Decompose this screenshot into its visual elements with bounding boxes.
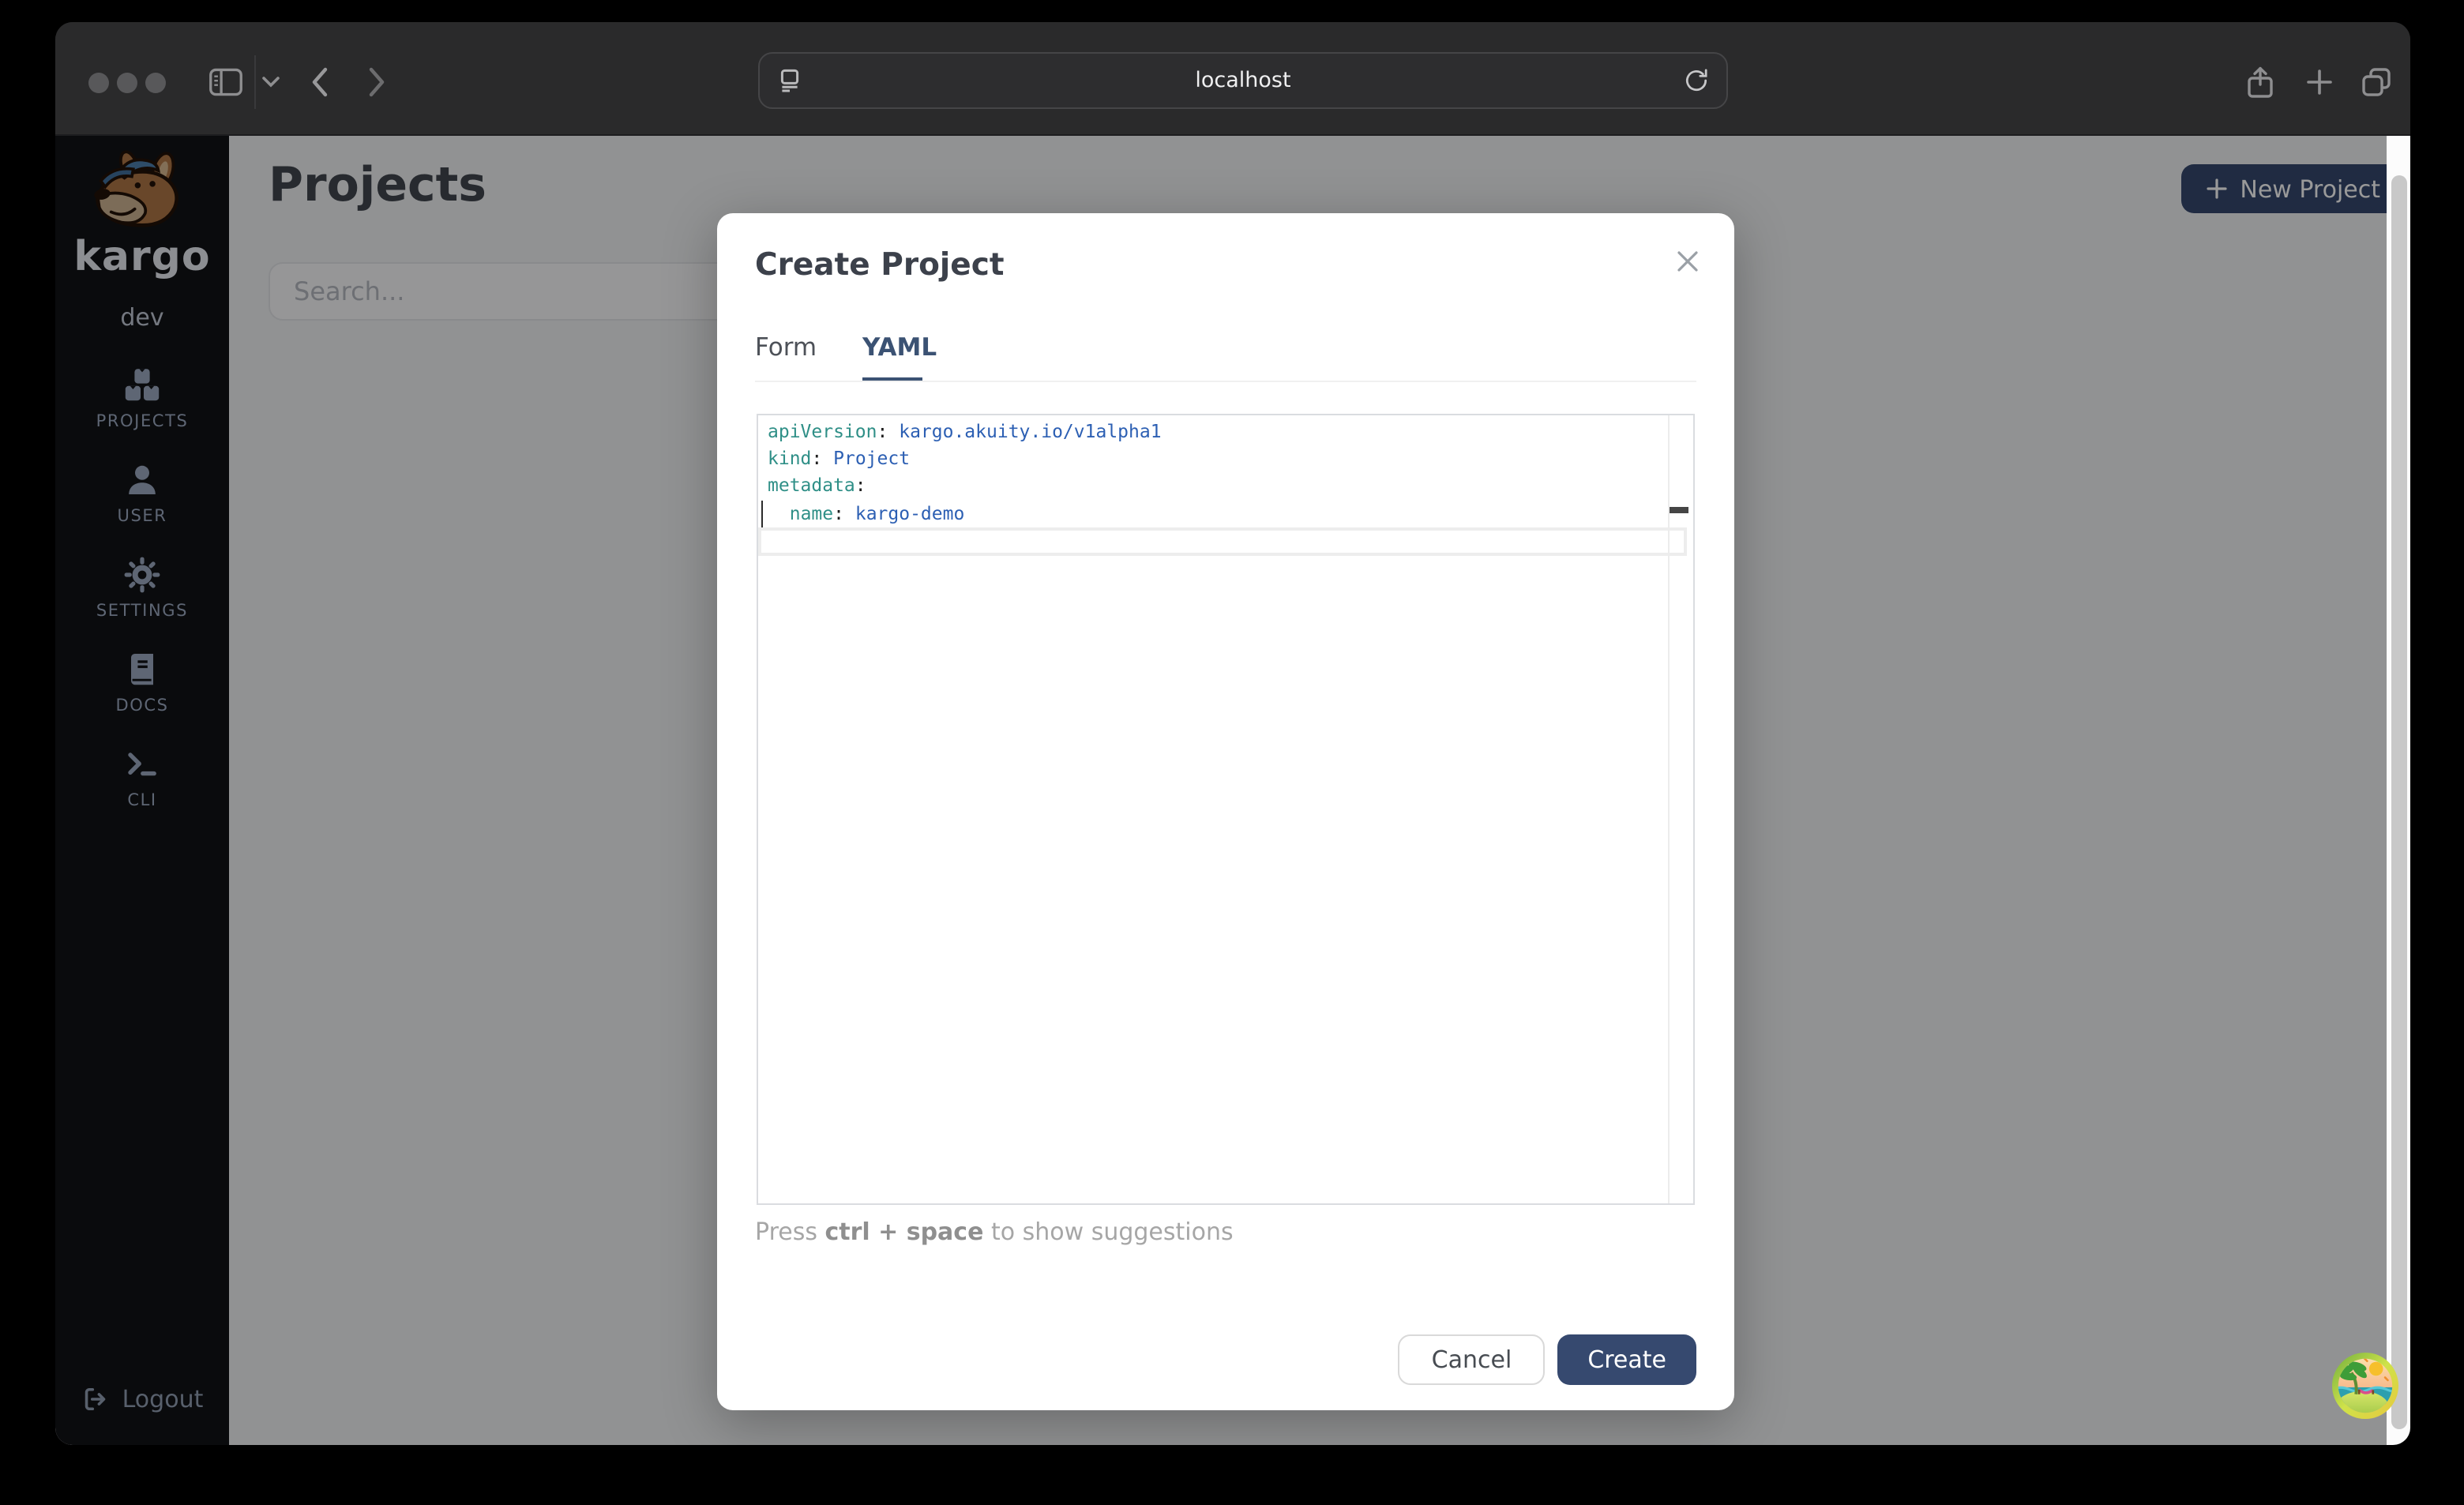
new-tab-icon[interactable]: [2306, 69, 2333, 96]
editor-cursor: [761, 500, 763, 527]
traffic-minimize-button[interactable]: [116, 72, 137, 92]
code-line: apiVersion: kargo.akuity.io/v1alpha1: [768, 418, 1661, 445]
tab-overview-icon[interactable]: [2361, 67, 2391, 97]
traffic-zoom-button[interactable]: [145, 72, 166, 92]
address-bar[interactable]: localhost: [758, 52, 1728, 109]
tab-yaml[interactable]: YAML: [862, 333, 937, 362]
page-format-icon[interactable]: [777, 69, 802, 92]
create-project-modal: Create Project Form YAML apiVersion: kar…: [717, 213, 1734, 1410]
editor-ruler-cursor-mark: [1669, 507, 1688, 512]
editor-code: apiVersion: kargo.akuity.io/v1alpha1 kin…: [768, 418, 1661, 527]
page-scrollbar-track: [2387, 136, 2410, 1445]
create-button[interactable]: Create: [1557, 1334, 1696, 1384]
back-icon[interactable]: [311, 67, 329, 97]
sidebar-toggle-icon[interactable]: [208, 67, 243, 97]
close-icon: [1675, 249, 1699, 272]
url-text: localhost: [1195, 68, 1290, 93]
modal-tabs: Form YAML: [755, 333, 1696, 381]
code-line: metadata:: [768, 473, 1661, 501]
forward-icon[interactable]: [368, 67, 385, 97]
cancel-button[interactable]: Cancel: [1399, 1334, 1546, 1384]
tabs-divider: [755, 380, 1696, 381]
code-line: kind: Project: [768, 445, 1661, 473]
toolbar-divider: [254, 55, 256, 109]
reload-icon[interactable]: [1684, 68, 1709, 93]
editor-overview-ruler: [1667, 415, 1669, 1203]
editor-hint: Press ctrl + space to show suggestions: [755, 1218, 1234, 1246]
modal-close-button[interactable]: [1666, 240, 1707, 281]
chevron-down-icon[interactable]: [262, 77, 280, 88]
page-scrollbar-thumb[interactable]: [2391, 175, 2406, 1429]
screen: localhost: [0, 0, 2464, 1505]
tab-form[interactable]: Form: [755, 333, 817, 362]
browser-toolbar: localhost: [55, 22, 2410, 136]
code-line: name: kargo-demo: [768, 500, 1661, 527]
modal-title: Create Project: [755, 246, 1005, 283]
editor-current-line-highlight: [757, 527, 1686, 556]
yaml-editor[interactable]: apiVersion: kargo.akuity.io/v1alpha1 kin…: [756, 414, 1694, 1205]
modal-footer: Cancel Create: [1399, 1334, 1696, 1384]
traffic-close-button[interactable]: [88, 72, 108, 92]
browser-window: localhost: [55, 22, 2410, 1445]
share-icon[interactable]: [2246, 66, 2274, 99]
island-badge-icon[interactable]: [2331, 1352, 2399, 1420]
